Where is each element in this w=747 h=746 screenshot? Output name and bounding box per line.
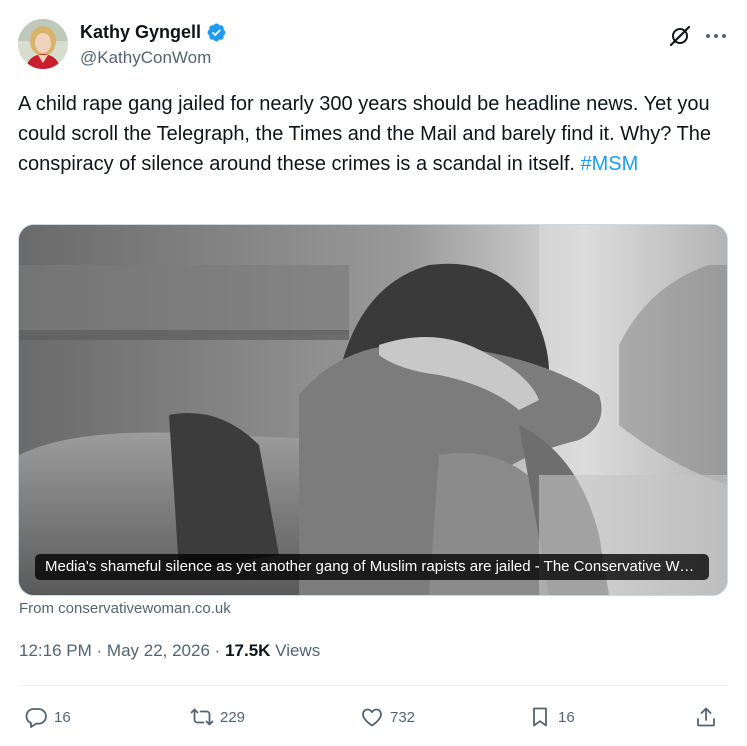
hashtag-link[interactable]: #MSM [581, 153, 639, 175]
views-label: Views [275, 641, 321, 660]
like-icon [362, 708, 382, 727]
avatar[interactable] [18, 19, 68, 69]
author-handle[interactable]: @KathyConWom [80, 48, 211, 68]
tweet-text: A child rape gang jailed for nearly 300 … [18, 89, 730, 179]
share-icon [697, 707, 715, 727]
reply-button[interactable]: 16 [24, 700, 71, 734]
tweet-time[interactable]: 12:16 PM [19, 641, 92, 660]
bookmark-button[interactable]: 16 [528, 700, 575, 734]
repost-count: 229 [220, 708, 246, 726]
tweet-meta: 12:16 PM · May 22, 2026 · 17.5K Views [19, 641, 320, 661]
reply-count: 16 [54, 708, 71, 726]
reply-icon [25, 708, 47, 728]
link-card[interactable]: Media's shameful silence as yet another … [18, 224, 728, 596]
action-bar: 16 229 732 16 [18, 700, 728, 734]
avatar-image [18, 19, 68, 69]
views-count: 17.5K [225, 641, 271, 660]
share-button[interactable] [694, 700, 718, 734]
bookmark-count: 16 [558, 708, 575, 726]
grok-icon[interactable] [668, 24, 692, 48]
author-name[interactable]: Kathy Gyngell [80, 22, 201, 43]
meta-separator-2: · [214, 641, 221, 660]
repost-button[interactable]: 229 [190, 700, 245, 734]
tweet-header: Kathy Gyngell @KathyConWom [18, 18, 730, 74]
divider [18, 685, 728, 686]
tweet-date[interactable]: May 22, 2026 [107, 641, 210, 660]
bookmark-icon [533, 707, 547, 727]
like-button[interactable]: 732 [360, 700, 415, 734]
verified-badge-icon [207, 23, 226, 42]
repost-icon [190, 708, 214, 726]
meta-separator: · [96, 641, 103, 660]
more-options-icon[interactable] [704, 32, 728, 40]
card-source[interactable]: From conservativewoman.co.uk [19, 600, 231, 617]
card-caption[interactable]: Media's shameful silence as yet another … [35, 554, 709, 580]
like-count: 732 [390, 708, 416, 726]
card-image [19, 225, 727, 595]
